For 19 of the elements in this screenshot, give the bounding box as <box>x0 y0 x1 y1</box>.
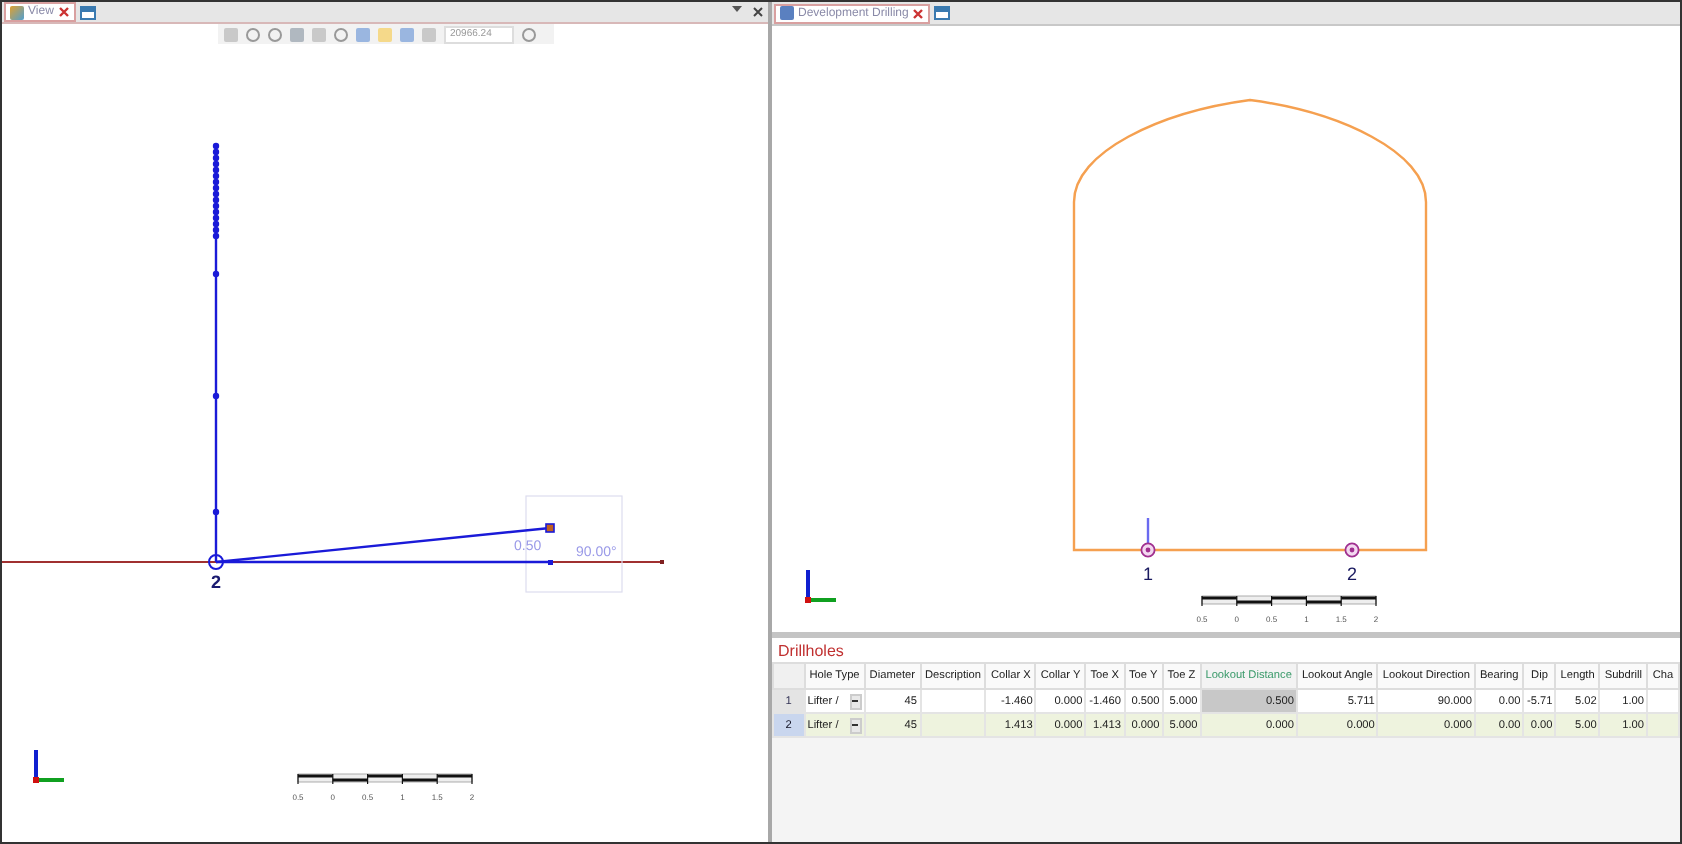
hole-marker-icon <box>1344 542 1360 558</box>
dash-icon <box>852 699 859 703</box>
new-tab-icon[interactable] <box>934 6 951 20</box>
hole-number: 2 <box>211 572 221 592</box>
close-icon[interactable] <box>912 7 925 19</box>
hole-number: 2 <box>1347 564 1357 584</box>
dropdown-button[interactable] <box>849 717 862 733</box>
hole-marker-icon <box>1140 542 1156 558</box>
header-cell <box>773 663 805 689</box>
panel-title: Drillholes <box>772 638 1680 662</box>
hole-number: 1 <box>1143 564 1153 584</box>
dropdown-button[interactable] <box>849 693 862 709</box>
axis-triad-icon <box>805 570 836 603</box>
axis-triad-icon <box>33 750 64 783</box>
close-icon[interactable] <box>57 6 70 18</box>
new-tab-icon[interactable] <box>79 5 96 19</box>
close-icon[interactable] <box>752 6 764 18</box>
drillhole-line <box>1146 518 1150 544</box>
dash-icon <box>852 723 859 727</box>
